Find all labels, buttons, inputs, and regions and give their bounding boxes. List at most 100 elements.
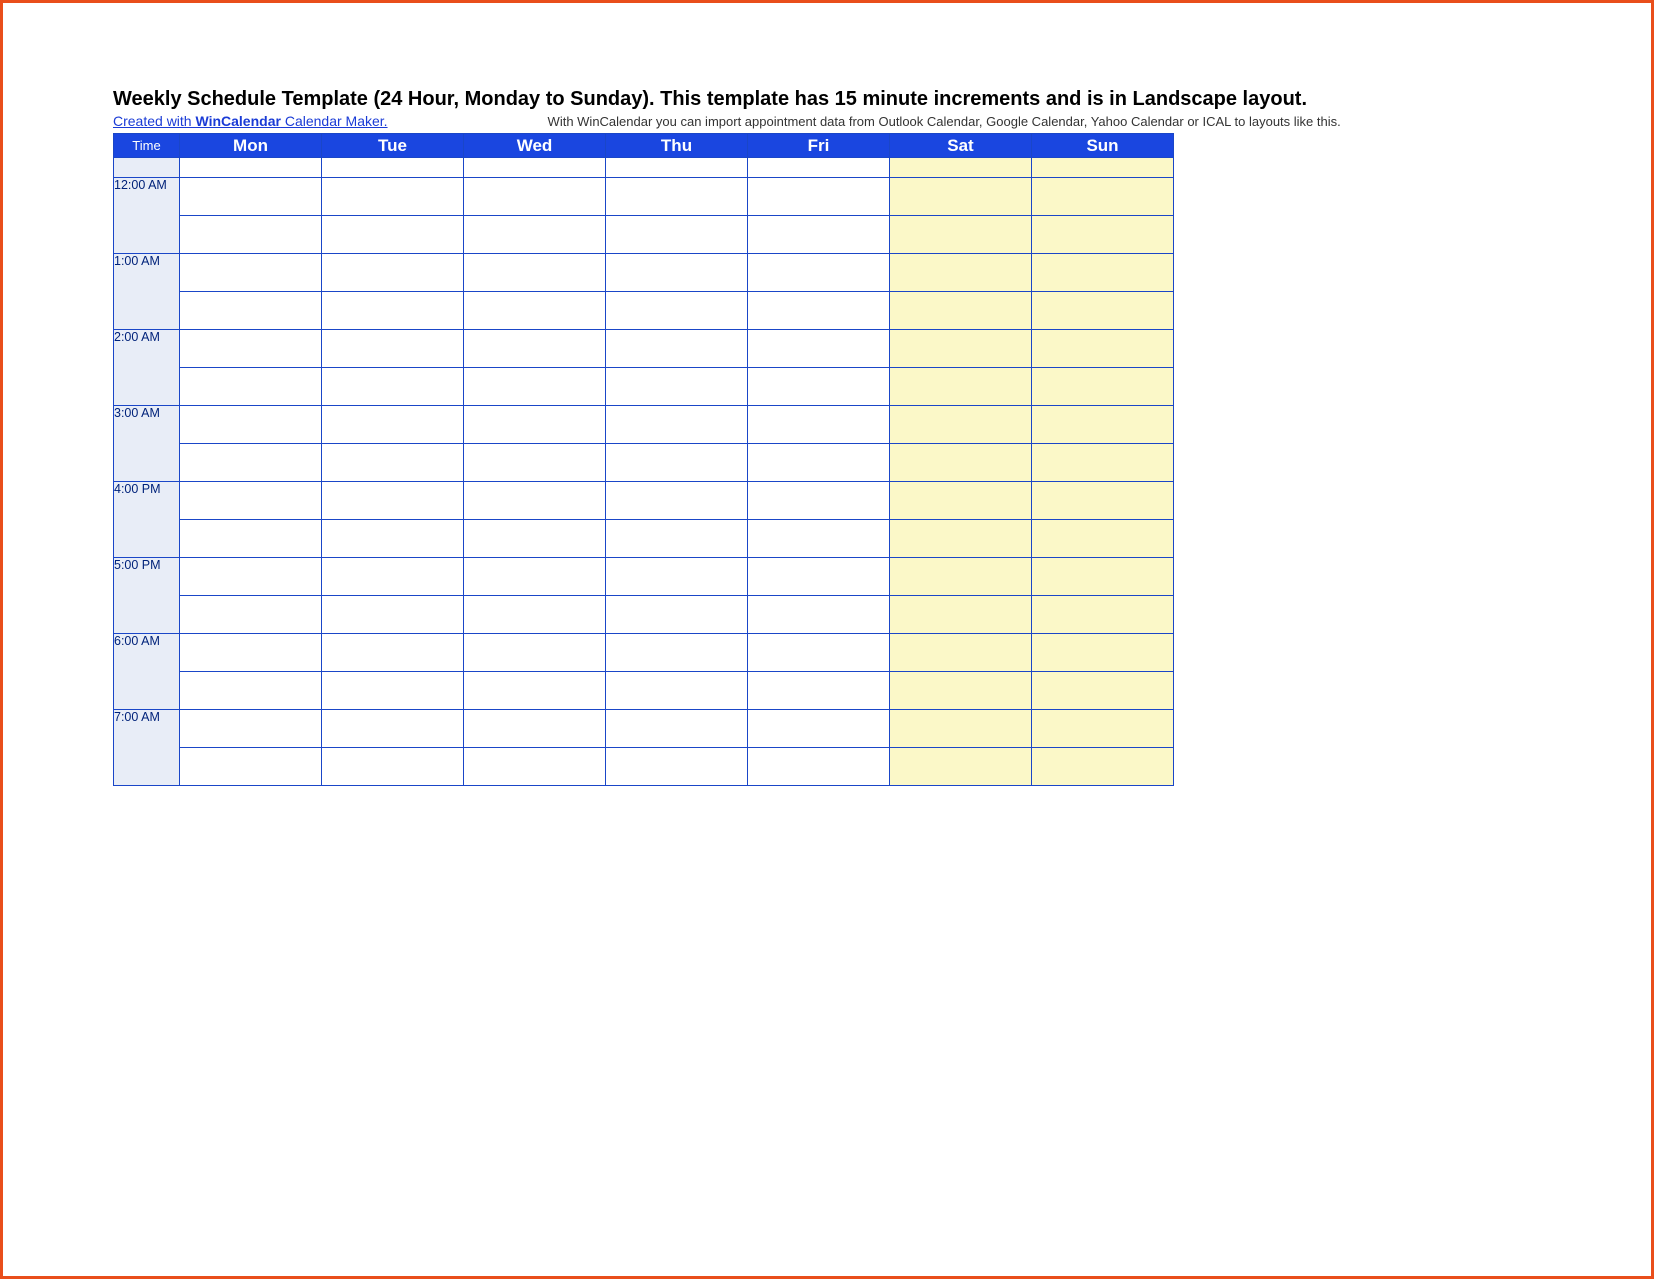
cell[interactable]: [464, 558, 606, 596]
cell[interactable]: [890, 216, 1032, 254]
cell[interactable]: [606, 330, 748, 368]
cell[interactable]: [322, 596, 464, 634]
cell[interactable]: [180, 368, 322, 406]
cell[interactable]: [606, 178, 748, 216]
cell[interactable]: [180, 520, 322, 558]
cell[interactable]: [1032, 748, 1174, 786]
cell[interactable]: [1032, 520, 1174, 558]
cell[interactable]: [180, 748, 322, 786]
cell[interactable]: [322, 158, 464, 178]
cell[interactable]: [464, 368, 606, 406]
cell[interactable]: [464, 710, 606, 748]
cell[interactable]: [464, 444, 606, 482]
cell[interactable]: [748, 292, 890, 330]
cell[interactable]: [890, 368, 1032, 406]
cell[interactable]: [1032, 368, 1174, 406]
cell[interactable]: [322, 216, 464, 254]
cell[interactable]: [322, 748, 464, 786]
cell[interactable]: [606, 482, 748, 520]
cell[interactable]: [1032, 158, 1174, 178]
cell[interactable]: [890, 748, 1032, 786]
cell[interactable]: [180, 710, 322, 748]
cell[interactable]: [464, 178, 606, 216]
cell[interactable]: [748, 178, 890, 216]
cell[interactable]: [322, 178, 464, 216]
cell[interactable]: [606, 158, 748, 178]
cell[interactable]: [322, 710, 464, 748]
cell[interactable]: [322, 520, 464, 558]
cell[interactable]: [606, 406, 748, 444]
cell[interactable]: [606, 216, 748, 254]
cell[interactable]: [606, 254, 748, 292]
cell[interactable]: [1032, 254, 1174, 292]
cell[interactable]: [748, 406, 890, 444]
cell[interactable]: [180, 596, 322, 634]
cell[interactable]: [322, 482, 464, 520]
cell[interactable]: [1032, 672, 1174, 710]
cell[interactable]: [180, 558, 322, 596]
cell[interactable]: [322, 444, 464, 482]
cell[interactable]: [464, 254, 606, 292]
cell[interactable]: [464, 158, 606, 178]
cell[interactable]: [322, 330, 464, 368]
cell[interactable]: [464, 634, 606, 672]
cell[interactable]: [606, 748, 748, 786]
cell[interactable]: [748, 710, 890, 748]
cell[interactable]: [180, 254, 322, 292]
cell[interactable]: [748, 368, 890, 406]
cell[interactable]: [890, 672, 1032, 710]
cell[interactable]: [606, 558, 748, 596]
cell[interactable]: [322, 672, 464, 710]
cell[interactable]: [748, 158, 890, 178]
cell[interactable]: [748, 520, 890, 558]
cell[interactable]: [748, 634, 890, 672]
cell[interactable]: [1032, 558, 1174, 596]
cell[interactable]: [890, 254, 1032, 292]
cell[interactable]: [1032, 444, 1174, 482]
cell[interactable]: [606, 444, 748, 482]
cell[interactable]: [748, 748, 890, 786]
cell[interactable]: [890, 292, 1032, 330]
cell[interactable]: [748, 672, 890, 710]
cell[interactable]: [890, 710, 1032, 748]
cell[interactable]: [1032, 330, 1174, 368]
cell[interactable]: [322, 558, 464, 596]
cell[interactable]: [890, 406, 1032, 444]
cell[interactable]: [606, 368, 748, 406]
cell[interactable]: [890, 178, 1032, 216]
cell[interactable]: [890, 158, 1032, 178]
cell[interactable]: [748, 330, 890, 368]
cell[interactable]: [748, 482, 890, 520]
cell[interactable]: [1032, 216, 1174, 254]
cell[interactable]: [1032, 482, 1174, 520]
cell[interactable]: [890, 482, 1032, 520]
cell[interactable]: [606, 634, 748, 672]
cell[interactable]: [464, 482, 606, 520]
cell[interactable]: [180, 330, 322, 368]
cell[interactable]: [464, 672, 606, 710]
cell[interactable]: [1032, 596, 1174, 634]
cell[interactable]: [890, 444, 1032, 482]
cell[interactable]: [748, 596, 890, 634]
cell[interactable]: [464, 292, 606, 330]
cell[interactable]: [464, 748, 606, 786]
cell[interactable]: [748, 558, 890, 596]
cell[interactable]: [180, 216, 322, 254]
cell[interactable]: [180, 444, 322, 482]
cell[interactable]: [748, 254, 890, 292]
cell[interactable]: [1032, 406, 1174, 444]
cell[interactable]: [890, 634, 1032, 672]
cell[interactable]: [1032, 292, 1174, 330]
cell[interactable]: [1032, 178, 1174, 216]
cell[interactable]: [322, 368, 464, 406]
cell[interactable]: [1032, 634, 1174, 672]
cell[interactable]: [890, 558, 1032, 596]
cell[interactable]: [890, 520, 1032, 558]
cell[interactable]: [464, 596, 606, 634]
cell[interactable]: [606, 710, 748, 748]
cell[interactable]: [180, 178, 322, 216]
cell[interactable]: [606, 596, 748, 634]
cell[interactable]: [606, 292, 748, 330]
cell[interactable]: [606, 520, 748, 558]
cell[interactable]: [1032, 710, 1174, 748]
